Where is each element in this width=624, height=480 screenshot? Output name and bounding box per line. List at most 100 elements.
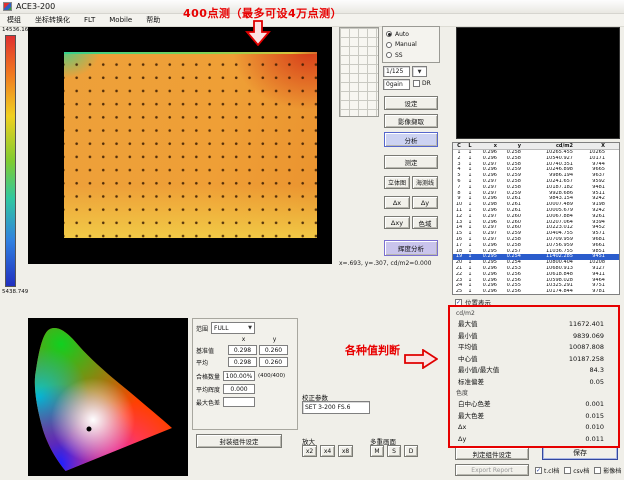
menu-item[interactable]: FLT — [77, 16, 102, 24]
col-y-label: y — [259, 336, 290, 343]
stereo-view-button[interactable]: 立体图 — [384, 176, 410, 189]
ace3-200-window: { "window": { "title": "ACE3-200" }, "me… — [0, 0, 624, 480]
judge-settings-button[interactable]: 判定组件设定 — [455, 447, 529, 460]
table-body[interactable]: 110.2960.25810265.45510265210.2960.25810… — [453, 150, 619, 295]
mode-label: Manual — [395, 41, 417, 48]
stat-row: Δy0.011 — [452, 434, 616, 446]
max-color-diff-field — [223, 397, 255, 407]
cie-chromaticity-diagram — [28, 318, 188, 476]
profile-grid-panel — [339, 27, 379, 117]
stat-value: 0.010 — [585, 422, 604, 434]
file-check[interactable]: 影像档 — [594, 466, 621, 475]
radio-icon[interactable] — [386, 42, 392, 48]
delta-y-button[interactable]: Δy — [412, 196, 438, 209]
menu-item[interactable]: Mobile — [102, 16, 139, 24]
range-value: FULL — [214, 325, 229, 332]
delta-x-button[interactable]: Δx — [384, 196, 410, 209]
stat-value: 0.001 — [585, 399, 604, 411]
table-cell: 0.256 — [499, 289, 523, 295]
heatmap-measurement-grid[interactable] — [64, 52, 317, 238]
checkbox-icon[interactable]: ✓ — [455, 299, 462, 306]
avg-luminance-label: 平均辉度 — [196, 385, 220, 394]
analyze-button[interactable]: 分析 — [384, 132, 438, 147]
camera-preview — [456, 27, 620, 139]
stat-value: 0.015 — [585, 411, 604, 423]
mode-option-auto[interactable]: Auto — [386, 29, 436, 39]
stat-row: 平均值 10087.808 — [452, 342, 616, 354]
stat-row: 最大色差0.015 — [452, 411, 616, 423]
range-label: 范围 — [196, 324, 208, 333]
radio-icon[interactable] — [386, 31, 392, 37]
stat-row: 标准偏差 0.05 — [452, 377, 616, 389]
checkbox-icon[interactable] — [413, 80, 420, 87]
column-header: x — [475, 143, 499, 149]
shutter-dropdown[interactable]: ▼ — [412, 66, 427, 77]
menu-item[interactable]: 模组 — [0, 15, 28, 25]
measure-button[interactable]: 测定 — [384, 155, 438, 169]
table-row[interactable]: 2510.2960.25610174.8449781 — [453, 289, 619, 295]
table-cell: 0.296 — [475, 289, 499, 295]
multi-d-button[interactable]: D — [404, 445, 418, 457]
shutter-field[interactable]: 1/125 — [383, 66, 410, 77]
checkbox-icon[interactable] — [594, 467, 601, 474]
gamut-button[interactable]: 色域 — [412, 216, 438, 229]
annotation-points-note: 400点测（最多可设4万点测） — [183, 5, 342, 21]
zoom-x2-button[interactable]: x2 — [302, 445, 317, 457]
range-row: 基准值0.2980.260 — [196, 345, 294, 355]
capture-image-button[interactable]: 影像撷取 — [384, 114, 438, 128]
stat-value: 0.05 — [590, 377, 604, 389]
stat-row: 白中心色差0.001 — [452, 399, 616, 411]
range-x-field[interactable]: 0.298 — [228, 345, 257, 355]
radio-icon[interactable] — [386, 52, 392, 58]
delta-xy-button[interactable]: Δxy — [384, 216, 410, 229]
save-button[interactable]: 保存 — [542, 446, 618, 460]
table-cell: 9781 — [575, 289, 607, 295]
column-header: cd/m2 — [523, 143, 575, 149]
zoom-x4-button[interactable]: x4 — [320, 445, 335, 457]
range-dropdown[interactable]: FULL ▼ — [211, 322, 255, 334]
multi-screen-buttons: MSD — [370, 445, 418, 457]
stat-label: 标准偏差 — [458, 377, 484, 389]
heatmap-display[interactable] — [28, 27, 332, 264]
menu-item[interactable]: 帮助 — [139, 15, 167, 25]
red-arrow-down-icon — [245, 20, 271, 46]
pass-count-label: 合格数量 — [196, 372, 220, 381]
range-table-header: x y — [196, 336, 294, 343]
stat-label: Δx — [458, 422, 466, 434]
stat-label: 平均值 — [458, 342, 478, 354]
range-x-field[interactable]: 0.298 — [228, 357, 257, 367]
zoom-x8-button[interactable]: x8 — [338, 445, 353, 457]
position-display-checkbox[interactable]: ✓ 位置表示 — [455, 297, 491, 307]
file-check[interactable]: csv档 — [564, 466, 589, 475]
checkbox-icon[interactable] — [564, 467, 571, 474]
export-report-button[interactable]: Export Report — [455, 464, 529, 476]
multi-s-button[interactable]: S — [387, 445, 401, 457]
mode-option-manual[interactable]: Manual — [386, 40, 436, 50]
range-y-field[interactable]: 0.260 — [259, 357, 288, 367]
package-settings-button[interactable]: 封装组件设定 — [196, 434, 282, 448]
stat-row: Δx 0.010 — [452, 422, 616, 434]
menu-item[interactable]: 坐标转换化 — [28, 15, 77, 25]
column-header: y — [499, 143, 523, 149]
multi-m-button[interactable]: M — [370, 445, 384, 457]
stat-label: Δy — [458, 434, 466, 446]
gain-field[interactable]: 0gain — [383, 79, 410, 90]
window-title: ACE3-200 — [16, 2, 55, 11]
settings-button[interactable]: 设定 — [384, 96, 438, 110]
contour-button[interactable]: 海测线 — [412, 176, 438, 189]
file-check[interactable]: ✓t.cl档 — [535, 466, 559, 475]
avg-luminance-field: 0.000 — [223, 384, 255, 394]
range-table-rows: 基准值0.2980.260平均0.2980.260 — [196, 345, 294, 367]
stat-row: 最小值9839.069 — [452, 331, 616, 343]
stat-value: 10087.808 — [569, 342, 604, 354]
dr-checkbox[interactable]: DR — [413, 80, 431, 87]
calibration-value-field[interactable]: SET 3-200 FS.6 — [302, 401, 370, 414]
checkbox-icon[interactable]: ✓ — [535, 467, 542, 474]
annotation-values-note: 各种值判断 — [345, 342, 400, 358]
stat-label: 最大值 — [458, 319, 478, 331]
range-y-field[interactable]: 0.260 — [259, 345, 288, 355]
mode-option-ss[interactable]: SS — [386, 50, 436, 60]
measurement-table[interactable]: CLxycd/m2X 110.2960.25810265.45510265210… — [452, 142, 620, 295]
stat-row: 最小值/最大值84.3 — [452, 365, 616, 377]
luminance-analysis-button[interactable]: 辉度分析 — [384, 240, 438, 256]
